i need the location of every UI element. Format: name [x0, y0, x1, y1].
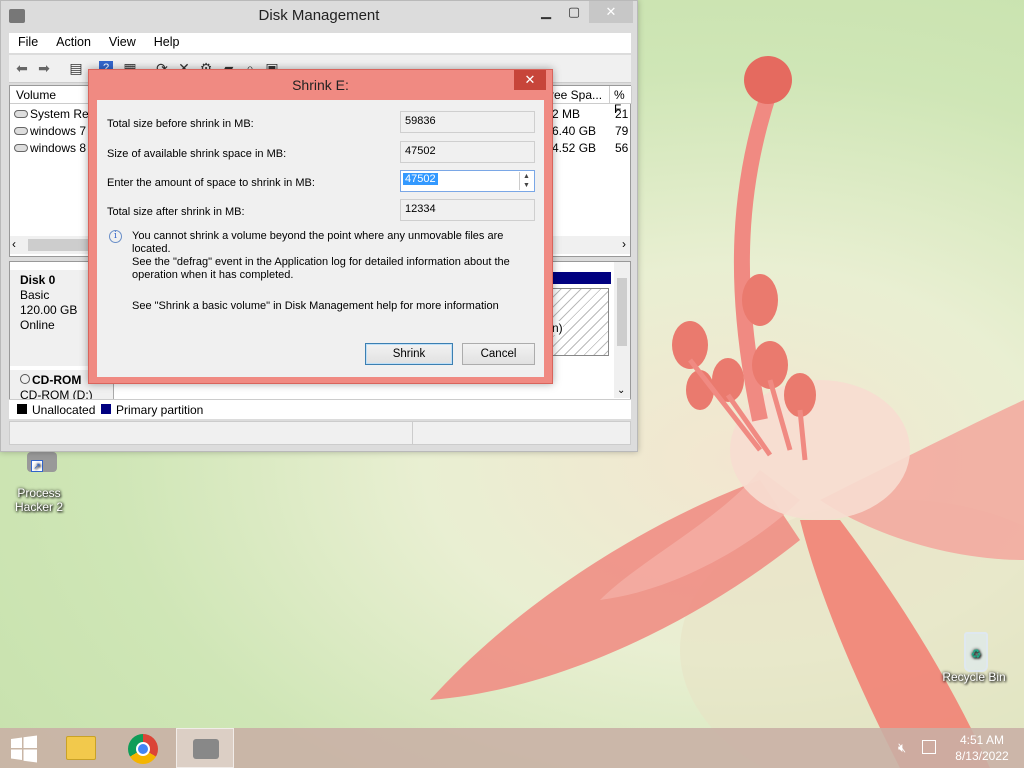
dialog-content: Total size before shrink in MB: 59836 Si…: [97, 100, 544, 377]
minimize-button[interactable]: ▁: [533, 1, 559, 23]
available-value: 47502: [400, 141, 535, 163]
scroll-left-icon[interactable]: ‹: [12, 237, 16, 251]
shrink-dialog: Shrink E: ✕ Total size before shrink in …: [88, 69, 553, 384]
windows-logo-icon: [11, 735, 37, 763]
dialog-close-button[interactable]: ✕: [514, 70, 546, 90]
info-line-1: You cannot shrink a volume beyond the po…: [132, 230, 504, 255]
network-icon[interactable]: [922, 740, 936, 754]
volume-muted-icon[interactable]: 🔇︎: [898, 740, 906, 756]
volume-row[interactable]: System Res: [14, 107, 95, 121]
taskbar: 🔇︎ 4:51 AM 8/13/2022: [0, 728, 1024, 768]
taskbar-chrome[interactable]: [114, 728, 172, 768]
legend-primary-swatch: [101, 404, 111, 414]
volume-free: 4.52 GB: [552, 141, 597, 155]
process-hacker-icon: ↗: [19, 448, 59, 484]
menu-file[interactable]: File: [9, 33, 47, 53]
volume-name: windows 8: [30, 141, 87, 155]
legend-primary-label: Primary partition: [116, 403, 204, 417]
volume-free: 2 MB: [552, 107, 581, 121]
shrink-amount-input[interactable]: 47502 ▲ ▼: [400, 170, 535, 192]
info-text: You cannot shrink a volume beyond the po…: [132, 230, 542, 282]
total-before-value: 59836: [400, 111, 535, 133]
disk0-status: Online: [20, 318, 55, 332]
legend-unallocated-swatch: [17, 404, 27, 414]
menu-bar: File Action View Help: [9, 33, 631, 53]
console-tree-icon[interactable]: ▤: [67, 59, 85, 77]
disk0-type: Basic: [20, 288, 50, 302]
maximize-button[interactable]: ▢: [561, 1, 587, 23]
column-percent-free[interactable]: % F: [610, 86, 632, 116]
taskbar-file-explorer[interactable]: [52, 728, 110, 768]
volume-free: 6.40 GB: [552, 124, 597, 138]
menu-help[interactable]: Help: [145, 33, 189, 53]
total-before-label: Total size before shrink in MB:: [107, 118, 254, 130]
partition-header-bar: [551, 272, 611, 284]
partition-block[interactable]: n): [551, 288, 609, 356]
scroll-right-icon[interactable]: ›: [622, 237, 626, 251]
drive-icon: [14, 110, 28, 118]
disk-management-taskbar-icon: [193, 739, 219, 759]
shrink-amount-value[interactable]: 47502: [403, 173, 438, 185]
process-hacker-label-2: Hacker 2: [14, 500, 64, 514]
scroll-down-icon[interactable]: ⌄: [617, 385, 625, 396]
spin-up-icon[interactable]: ▲: [520, 172, 533, 181]
drive-icon: [14, 127, 28, 135]
chrome-icon: [128, 734, 158, 764]
scroll-thumb[interactable]: [28, 239, 88, 251]
cdrom-name-text: CD-ROM: [32, 373, 82, 387]
scroll-thumb-vertical[interactable]: [617, 278, 627, 346]
volume-pct: 21: [615, 107, 629, 121]
back-arrow-icon[interactable]: ⬅: [13, 59, 31, 77]
info-line-2: See the "defrag" event in the Applicatio…: [132, 256, 510, 268]
forward-arrow-icon[interactable]: ➡: [35, 59, 53, 77]
total-after-value: 12334: [400, 199, 535, 221]
recycle-bin-label: Recycle Bin: [942, 670, 1006, 684]
window-titlebar[interactable]: Disk Management ▁ ▢ ✕: [1, 1, 637, 33]
info-line-3: operation when it has completed.: [132, 269, 294, 281]
status-bar: [9, 421, 631, 445]
enter-amount-label: Enter the amount of space to shrink in M…: [107, 177, 315, 189]
vertical-scrollbar[interactable]: ⌄: [614, 262, 630, 398]
shrink-button[interactable]: Shrink: [365, 343, 453, 365]
help-text[interactable]: See "Shrink a basic volume" in Disk Mana…: [132, 300, 499, 312]
recycle-bin-icon: ♻: [954, 632, 994, 672]
available-label: Size of available shrink space in MB:: [107, 148, 287, 160]
status-divider: [412, 422, 413, 444]
legend: Unallocated Primary partition: [9, 399, 631, 419]
clock-time[interactable]: 4:51 AM: [950, 733, 1014, 747]
legend-unallocated-label: Unallocated: [32, 403, 96, 417]
process-hacker-label-1: Process: [17, 486, 61, 500]
desktop-icon-recycle-bin[interactable]: ♻ Recycle Bin: [939, 632, 1009, 684]
volume-row[interactable]: windows 7: [14, 124, 86, 138]
menu-view[interactable]: View: [100, 33, 145, 53]
cancel-button[interactable]: Cancel: [462, 343, 535, 365]
volume-name: System Res: [30, 107, 95, 121]
menu-action[interactable]: Action: [47, 33, 100, 53]
disk0-info[interactable]: Disk 0 Basic 120.00 GB Online: [10, 270, 90, 366]
disk0-size: 120.00 GB: [20, 303, 78, 317]
clock-date[interactable]: 8/13/2022: [950, 749, 1014, 763]
close-button[interactable]: ✕: [589, 1, 633, 23]
total-after-label: Total size after shrink in MB:: [107, 206, 245, 218]
volume-name: windows 7: [30, 124, 87, 138]
info-icon: i: [109, 230, 122, 243]
volume-row[interactable]: windows 8: [14, 141, 86, 155]
volume-pct: 79: [615, 124, 629, 138]
start-button[interactable]: [0, 728, 58, 768]
spin-arrows[interactable]: ▲ ▼: [519, 172, 533, 190]
partition-label-fragment: n): [552, 321, 563, 335]
disk0-name: Disk 0: [20, 273, 56, 287]
cdrom-icon: [20, 374, 30, 384]
folder-icon: [66, 736, 96, 760]
dialog-title: Shrink E:: [292, 77, 349, 93]
drive-icon: [14, 144, 28, 152]
desktop-icon-process-hacker[interactable]: ↗ Process Hacker 2: [4, 448, 74, 514]
volume-pct: 56: [615, 141, 629, 155]
spin-down-icon[interactable]: ▼: [520, 181, 533, 190]
taskbar-disk-management[interactable]: [176, 728, 234, 768]
column-free-space[interactable]: ree Spa...: [548, 86, 610, 104]
